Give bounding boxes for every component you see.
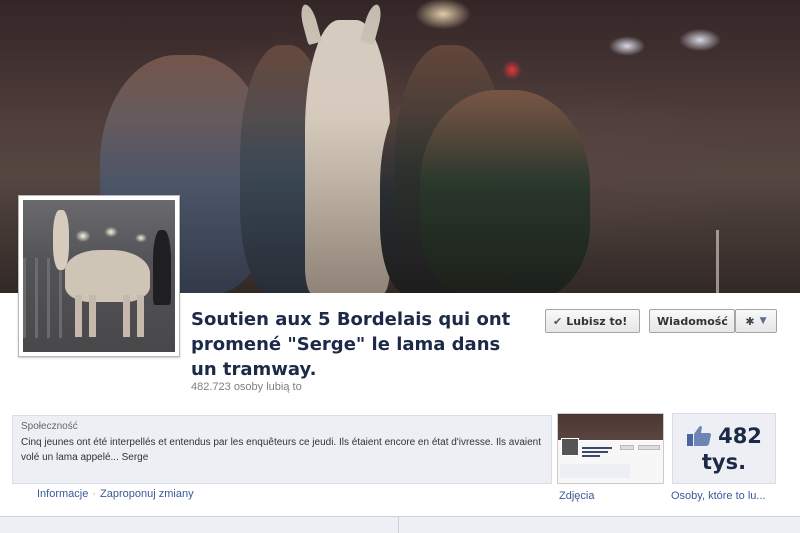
message-button-label: Wiadomość [657, 314, 728, 328]
caret-down-icon: ▼ [759, 316, 767, 326]
profile-photo-llama-leg [89, 295, 96, 337]
info-link[interactable]: Informacje [37, 488, 88, 500]
photos-thumbnail-avatar [561, 438, 579, 456]
about-links: Informacje · Zaproponuj zmiany [37, 488, 194, 500]
photos-thumbnail-title-line [582, 455, 600, 457]
suggest-edits-link[interactable]: Zaproponuj zmiany [100, 488, 194, 500]
likes-tile-number: 482 [718, 423, 762, 448]
page-title: Soutien aux 5 Bordelais qui ont promené … [191, 309, 511, 380]
profile-photo-fence [23, 258, 63, 338]
profile-photo-llama-leg [137, 295, 144, 337]
profile-photo [23, 200, 175, 352]
photos-thumbnail[interactable] [557, 413, 664, 484]
profile-photo-llama-leg [75, 295, 82, 337]
likes-tile-row: 482 [686, 423, 762, 449]
timeline-column-divider [398, 517, 399, 533]
likes-link[interactable]: Osoby, które to lu... [671, 490, 766, 502]
gear-icon: ✱ [745, 314, 755, 328]
photos-thumbnail-title-line [582, 451, 608, 453]
photos-thumbnail-button [638, 445, 660, 450]
photos-thumbnail-about [560, 464, 630, 478]
like-button[interactable]: ✔ Lubisz to! [545, 309, 640, 333]
profile-photo-llama-neck [53, 210, 69, 270]
likes-tile-unit: tys. [701, 449, 747, 474]
message-button[interactable]: Wiadomość [649, 309, 735, 333]
profile-photo-llama-leg [123, 295, 130, 337]
settings-dropdown-button[interactable]: ✱ ▼ [735, 309, 777, 333]
photos-link[interactable]: Zdjęcia [559, 490, 594, 502]
likes-tile[interactable]: 482 tys. [672, 413, 776, 484]
photos-thumbnail-button [620, 445, 634, 450]
profile-photo-person [153, 230, 171, 305]
like-button-label: Lubisz to! [566, 314, 628, 328]
page-category: Społeczność [21, 421, 78, 432]
about-box: Społeczność Cinq jeunes ont été interpel… [12, 415, 552, 484]
link-separator: · [92, 488, 97, 500]
photos-thumbnail-title-line [582, 447, 612, 449]
profile-picture[interactable] [18, 195, 180, 357]
check-icon: ✔ [553, 314, 563, 328]
likes-count: 482.723 osoby lubią to [191, 381, 302, 393]
timeline-strip [0, 517, 800, 533]
thumbs-up-icon [687, 425, 712, 446]
page-description: Cinq jeunes ont été interpellés et enten… [21, 437, 542, 463]
